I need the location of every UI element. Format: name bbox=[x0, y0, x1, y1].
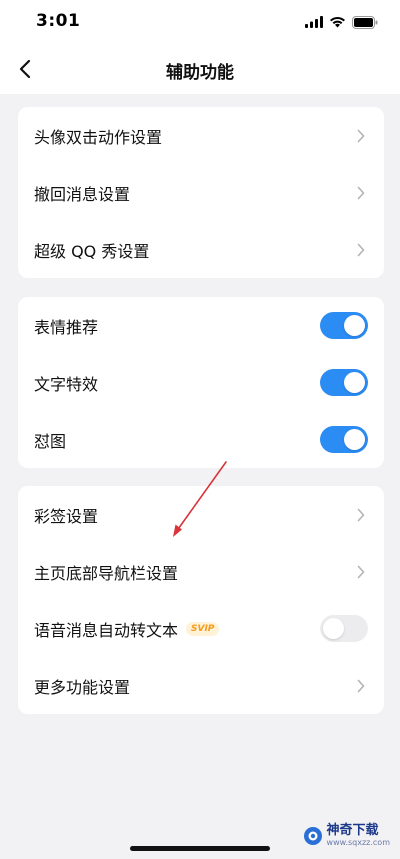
chevron-right-icon bbox=[354, 186, 368, 200]
sticker-recommend-toggle[interactable] bbox=[320, 312, 368, 339]
logo-icon bbox=[303, 826, 322, 845]
row-color-tag[interactable]: 彩签设置 bbox=[18, 486, 384, 543]
home-indicator bbox=[130, 846, 270, 851]
chevron-right-icon bbox=[354, 679, 368, 693]
wifi-icon bbox=[330, 16, 345, 28]
row-label: 文字特效 bbox=[34, 374, 99, 394]
toggle-knob bbox=[344, 429, 365, 450]
row-avatar-double-tap[interactable]: 头像双击动作设置 bbox=[18, 107, 384, 164]
toggle-knob bbox=[323, 618, 344, 639]
chevron-right-icon bbox=[354, 565, 368, 579]
row-label: 怼图 bbox=[34, 431, 67, 451]
watermark-url: www.sqxzz.com bbox=[326, 838, 390, 847]
voice-to-text-label: 语音消息自动转文本 bbox=[34, 620, 179, 640]
voice-to-text-toggle[interactable] bbox=[320, 615, 368, 642]
row-voice-to-text: 语音消息自动转文本 SVIP bbox=[18, 600, 384, 657]
row-meme-reply: 怼图 bbox=[18, 411, 384, 468]
settings-card-2: 表情推荐 文字特效 怼图 bbox=[18, 297, 384, 468]
text-effects-toggle[interactable] bbox=[320, 369, 368, 396]
row-label: 超级 QQ 秀设置 bbox=[34, 241, 150, 261]
row-sticker-recommend: 表情推荐 bbox=[18, 297, 384, 354]
watermark-title: 神奇下载 bbox=[326, 823, 379, 838]
status-time: 3:01 bbox=[36, 11, 81, 31]
watermark: 神奇下载 www.sqxzz.com bbox=[303, 824, 390, 847]
status-icons bbox=[305, 14, 378, 30]
meme-reply-toggle[interactable] bbox=[320, 426, 368, 453]
row-home-bottom-nav[interactable]: 主页底部导航栏设置 bbox=[18, 543, 384, 600]
toggle-knob bbox=[344, 315, 365, 336]
chevron-right-icon bbox=[354, 243, 368, 257]
row-more-settings[interactable]: 更多功能设置 bbox=[18, 657, 384, 714]
chevron-right-icon bbox=[354, 129, 368, 143]
page-title: 辅助功能 bbox=[166, 63, 234, 83]
row-label: 主页底部导航栏设置 bbox=[34, 563, 179, 583]
settings-card-3: 彩签设置 主页底部导航栏设置 语音消息自动转文本 SVIP 更多功能设置 bbox=[18, 486, 384, 714]
row-label: 头像双击动作设置 bbox=[34, 127, 163, 147]
chevron-right-icon bbox=[354, 508, 368, 522]
row-label: 彩签设置 bbox=[34, 506, 99, 526]
row-label: 表情推荐 bbox=[34, 317, 99, 337]
row-label: 更多功能设置 bbox=[34, 677, 131, 697]
battery-icon bbox=[352, 15, 378, 29]
row-recall-message[interactable]: 撤回消息设置 bbox=[18, 164, 384, 221]
svip-badge: SVIP bbox=[186, 621, 220, 636]
row-text-effects: 文字特效 bbox=[18, 354, 384, 411]
nav-bar: 辅助功能 bbox=[0, 44, 400, 94]
toggle-knob bbox=[344, 372, 365, 393]
row-label: 语音消息自动转文本 SVIP bbox=[34, 617, 320, 641]
signal-icon bbox=[305, 16, 323, 28]
row-label: 撤回消息设置 bbox=[34, 184, 131, 204]
row-super-qq-show[interactable]: 超级 QQ 秀设置 bbox=[18, 221, 384, 278]
settings-card-1: 头像双击动作设置 撤回消息设置 超级 QQ 秀设置 bbox=[18, 107, 384, 278]
status-bar: 3:01 bbox=[0, 0, 400, 44]
